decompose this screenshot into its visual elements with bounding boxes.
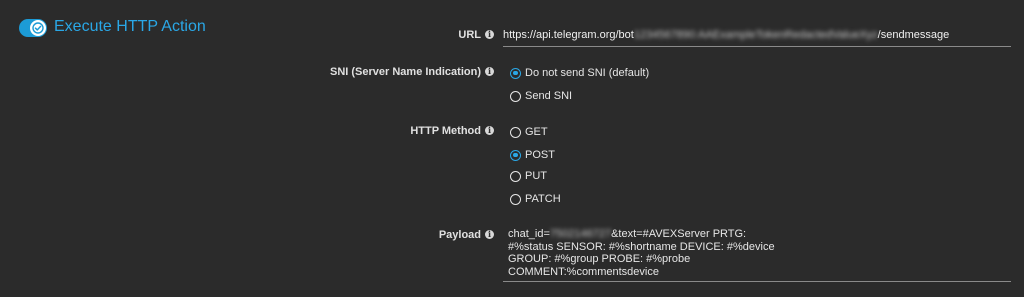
url-label-text: URL bbox=[458, 29, 481, 41]
sni-option-label: Do not send SNI (default) bbox=[525, 67, 650, 79]
check-icon bbox=[32, 22, 44, 34]
section-header: Execute HTTP Action bbox=[0, 0, 250, 297]
radio-unselected-icon[interactable] bbox=[510, 90, 521, 102]
method-option-put[interactable]: PUT bbox=[510, 169, 547, 183]
sni-option-no-sni[interactable]: Do not send SNI (default) bbox=[510, 66, 649, 80]
payload-label-text: Payload bbox=[438, 229, 481, 241]
method-option-label: POST bbox=[525, 149, 555, 161]
payload-chat-id-redacted: 7502146727 bbox=[549, 228, 612, 240]
url-input[interactable]: https://api.telegram.org/bot1234567890:A… bbox=[503, 26, 1011, 47]
section-title: Execute HTTP Action bbox=[54, 18, 206, 35]
url-prefix: https://api.telegram.org/bot bbox=[503, 29, 634, 41]
radio-selected-icon[interactable] bbox=[510, 149, 521, 161]
payload-textarea[interactable]: chat_id=7502146727&text=#AVEXServer PRTG… bbox=[503, 226, 1011, 282]
payload-text-prefix: &text=#AVEXServer PRTG: bbox=[611, 228, 747, 240]
payload-line: COMMENT:%commentsdevice bbox=[508, 265, 659, 278]
method-option-patch[interactable]: PATCH bbox=[510, 192, 561, 206]
http-method-label: HTTP Method i bbox=[304, 125, 494, 137]
url-suffix: /sendmessage bbox=[877, 29, 950, 41]
radio-selected-icon[interactable] bbox=[510, 67, 521, 79]
payload-line: GROUP: #%group PROBE: #%probe bbox=[508, 253, 691, 265]
enable-toggle[interactable] bbox=[19, 19, 47, 37]
info-icon[interactable]: i bbox=[485, 126, 494, 135]
http-method-label-text: HTTP Method bbox=[410, 125, 481, 137]
payload-label: Payload i bbox=[304, 229, 494, 241]
radio-unselected-icon[interactable] bbox=[510, 126, 521, 138]
radio-unselected-icon[interactable] bbox=[510, 193, 521, 205]
method-option-get[interactable]: GET bbox=[510, 125, 548, 139]
url-label: URL i bbox=[304, 29, 494, 41]
payload-chat-id-prefix: chat_id= bbox=[508, 228, 550, 240]
sni-label-text: SNI (Server Name Indication) bbox=[330, 66, 481, 78]
sni-label: SNI (Server Name Indication) i bbox=[304, 66, 494, 78]
url-token-redacted: 1234567890:AAExampleTokenRedactedValueXy… bbox=[633, 29, 878, 41]
payload-line: #%status SENSOR: #%shortname DEVICE: #%d… bbox=[508, 240, 775, 253]
sni-option-label: Send SNI bbox=[525, 90, 573, 102]
method-option-label: GET bbox=[525, 126, 548, 138]
radio-unselected-icon[interactable] bbox=[510, 170, 521, 182]
info-icon[interactable]: i bbox=[485, 30, 494, 39]
info-icon[interactable]: i bbox=[485, 67, 494, 76]
sni-option-send-sni[interactable]: Send SNI bbox=[510, 89, 572, 103]
toggle-knob bbox=[30, 20, 46, 36]
method-option-post[interactable]: POST bbox=[510, 148, 555, 162]
method-option-label: PATCH bbox=[525, 193, 561, 205]
method-option-label: PUT bbox=[525, 170, 547, 182]
info-icon[interactable]: i bbox=[485, 230, 494, 239]
payload-line: chat_id=7502146727&text=#AVEXServer PRTG… bbox=[508, 228, 1011, 241]
